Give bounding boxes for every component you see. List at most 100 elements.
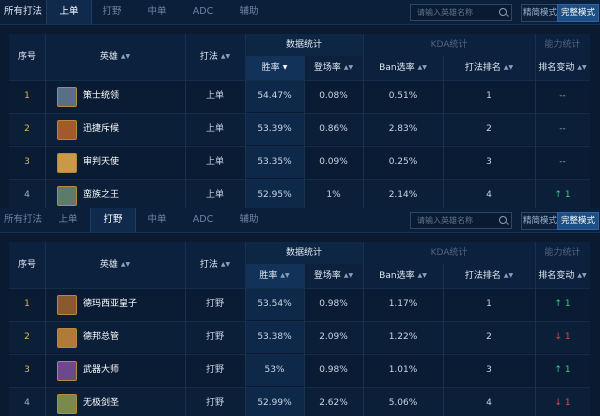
table-row[interactable]: 3 武器大师 打野 53% 0.98% 1.01% 3 ↑ 1 xyxy=(9,354,590,386)
group-kda-stats[interactable]: KDA统计 xyxy=(363,34,535,56)
hero-name[interactable]: 蛮族之王 xyxy=(83,179,119,208)
col-style-label: 打法 xyxy=(199,52,218,62)
col-style-header[interactable]: 打法 ▲▼ xyxy=(185,242,245,288)
hero-name[interactable]: 德玛西亚皇子 xyxy=(83,288,137,320)
col-rank-change-header[interactable]: 排名变动 ▲▼ xyxy=(535,56,590,80)
hero-name[interactable]: 武器大师 xyxy=(83,354,119,386)
hero-name[interactable]: 审判天使 xyxy=(83,146,119,178)
hero-avatar[interactable] xyxy=(57,120,77,140)
tab-adc[interactable]: ADC xyxy=(180,208,226,232)
hero-avatar[interactable] xyxy=(57,328,77,348)
style-rank-value: 2 xyxy=(486,332,492,342)
rank-change-value: -- xyxy=(559,91,566,101)
sort-icon: ▲▼ xyxy=(220,53,231,60)
banrate-value: 0.51% xyxy=(388,91,418,101)
hero-avatar[interactable] xyxy=(57,186,77,206)
tab-support[interactable]: 辅助 xyxy=(226,0,272,24)
group-capability-stats[interactable]: 能力统计 xyxy=(535,34,590,56)
ranking-panel-jungle: 所有打法 上单 打野 中单 ADC 辅助 精简模式 完整模式 数据统计 KDA统… xyxy=(0,208,600,416)
hero-search-input[interactable] xyxy=(417,5,497,20)
winrate-value: 53.35% xyxy=(245,146,304,178)
hero-style: 上单 xyxy=(205,190,224,200)
hero-name[interactable]: 策士统领 xyxy=(83,80,119,112)
banrate-value: 1.22% xyxy=(388,332,418,342)
col-winrate-header[interactable]: 胜率 ▲▼ xyxy=(245,264,304,288)
full-mode-button[interactable]: 完整模式 xyxy=(557,4,599,22)
col-banrate-label: Ban选率 xyxy=(379,63,415,73)
group-capability-stats[interactable]: 能力统计 xyxy=(535,242,590,264)
hero-style: 打野 xyxy=(205,398,224,408)
simple-mode-button[interactable]: 精简模式 xyxy=(521,4,559,22)
row-index: 3 xyxy=(24,365,30,375)
hero-avatar[interactable] xyxy=(57,295,77,315)
tab-top[interactable]: 上单 xyxy=(46,0,92,24)
hero-avatar[interactable] xyxy=(57,394,77,414)
rank-change-value: -- xyxy=(559,157,566,167)
sort-icon: ▲▼ xyxy=(417,64,427,71)
table-row[interactable]: 2 德邦总管 打野 53.38% 2.09% 1.22% 2 ↓ 1 xyxy=(9,321,590,353)
rank-change-value: ↓ 1 xyxy=(554,332,571,342)
hero-name[interactable]: 迅捷斥候 xyxy=(83,113,119,145)
col-hero-label: 英雄 xyxy=(99,260,118,270)
sort-icon: ▲▼ xyxy=(343,272,354,279)
row-index: 1 xyxy=(24,299,30,309)
col-style-label: 打法 xyxy=(199,260,218,270)
rank-change-value: ↑ 1 xyxy=(554,365,571,375)
hero-name[interactable]: 德邦总管 xyxy=(83,321,119,353)
table-row[interactable]: 1 德玛西亚皇子 打野 53.54% 0.98% 1.17% 1 ↑ 1 xyxy=(9,288,590,320)
rank-change-value: ↓ 1 xyxy=(554,398,571,408)
row-index: 2 xyxy=(24,124,30,134)
banrate-value: 2.83% xyxy=(388,124,418,134)
col-hero-header[interactable]: 英雄 ▲▼ xyxy=(45,34,185,80)
col-winrate-label: 胜率 xyxy=(261,63,280,73)
tab-adc[interactable]: ADC xyxy=(180,0,226,24)
simple-mode-button[interactable]: 精简模式 xyxy=(521,212,559,230)
col-hero-label: 英雄 xyxy=(99,52,118,62)
tab-jungle[interactable]: 打野 xyxy=(90,208,136,232)
hero-name[interactable]: 无极剑圣 xyxy=(83,387,119,416)
winrate-value: 52.99% xyxy=(245,387,304,416)
role-tabs: 所有打法 上单 打野 中单 ADC 辅助 精简模式 完整模式 xyxy=(0,0,600,25)
table-row[interactable]: 3 审判天使 上单 53.35% 0.09% 0.25% 3 -- xyxy=(9,146,590,178)
sort-icon: ▲▼ xyxy=(577,272,587,279)
col-style-rank-header[interactable]: 打法排名 ▲▼ xyxy=(443,264,535,288)
sort-icon: ▲▼ xyxy=(280,272,290,279)
style-rank-value: 4 xyxy=(486,190,492,200)
table-row[interactable]: 4 蛮族之王 上单 52.95% 1% 2.14% 4 ↑ 1 xyxy=(9,179,590,208)
tab-all[interactable]: 所有打法 xyxy=(0,208,46,232)
hero-avatar[interactable] xyxy=(57,87,77,107)
search-icon[interactable] xyxy=(499,8,507,16)
table-row[interactable]: 1 策士统领 上单 54.47% 0.08% 0.51% 1 -- xyxy=(9,80,590,112)
full-mode-button[interactable]: 完整模式 xyxy=(557,212,599,230)
col-banrate-label: Ban选率 xyxy=(379,271,415,281)
banrate-value: 1.17% xyxy=(388,299,418,309)
col-style-header[interactable]: 打法 ▲▼ xyxy=(185,34,245,80)
hero-search-input[interactable] xyxy=(417,213,497,228)
col-pickrate-header[interactable]: 登场率 ▲▼ xyxy=(304,264,363,288)
tab-mid[interactable]: 中单 xyxy=(134,0,180,24)
banrate-value: 2.14% xyxy=(388,190,418,200)
col-banrate-header[interactable]: Ban选率 ▲▼ xyxy=(363,56,443,80)
col-hero-header[interactable]: 英雄 ▲▼ xyxy=(45,242,185,288)
row-index: 4 xyxy=(24,398,30,408)
table-row[interactable]: 4 无极剑圣 打野 52.99% 2.62% 5.06% 4 ↓ 1 xyxy=(9,387,590,416)
col-winrate-header[interactable]: 胜率 ▼ xyxy=(245,56,304,80)
tab-top[interactable]: 上单 xyxy=(46,208,90,232)
group-kda-stats[interactable]: KDA统计 xyxy=(363,242,535,264)
style-rank-value: 3 xyxy=(486,157,492,167)
pickrate-value: 1% xyxy=(326,190,341,200)
col-banrate-header[interactable]: Ban选率 ▲▼ xyxy=(363,264,443,288)
col-pickrate-header[interactable]: 登场率 ▲▼ xyxy=(304,56,363,80)
tab-jungle[interactable]: 打野 xyxy=(90,0,134,24)
tab-support[interactable]: 辅助 xyxy=(226,208,272,232)
table-row[interactable]: 2 迅捷斥候 上单 53.39% 0.86% 2.83% 2 -- xyxy=(9,113,590,145)
tab-mid[interactable]: 中单 xyxy=(134,208,180,232)
search-icon[interactable] xyxy=(499,216,507,224)
hero-avatar[interactable] xyxy=(57,361,77,381)
hero-search-box xyxy=(410,212,512,229)
tab-all[interactable]: 所有打法 xyxy=(0,0,46,24)
hero-avatar[interactable] xyxy=(57,153,77,173)
col-rank-change-header[interactable]: 排名变动 ▲▼ xyxy=(535,264,590,288)
col-style-rank-header[interactable]: 打法排名 ▲▼ xyxy=(443,56,535,80)
sort-icon: ▲▼ xyxy=(503,64,514,71)
